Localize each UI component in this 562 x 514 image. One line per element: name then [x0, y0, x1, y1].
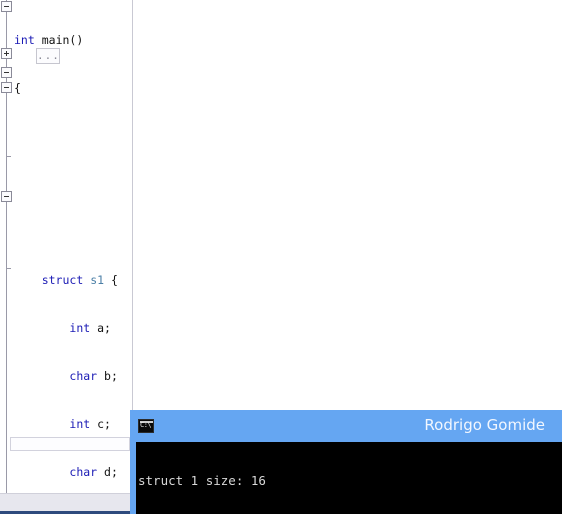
console-window-title: Rodrigo Gomide	[424, 416, 545, 434]
fold-margin[interactable]	[0, 0, 14, 493]
editor-status-bar	[0, 493, 133, 511]
fold-toggle-minus-icon[interactable]	[1, 82, 12, 93]
editor-pane[interactable]: int main() { struct s1 { int a; char b; …	[0, 0, 133, 493]
console-line: struct 1 size: 16	[138, 473, 266, 488]
fold-guide-line	[6, 12, 7, 48]
fold-toggle-minus-icon[interactable]	[1, 1, 12, 12]
fold-toggle-plus-icon[interactable]	[1, 48, 12, 59]
fold-guide-line	[6, 202, 7, 268]
code-text[interactable]: int main() { struct s1 { int a; char b; …	[14, 0, 133, 493]
code-line: char d;	[69, 465, 118, 479]
fold-guide-line	[6, 93, 7, 156]
code-line: int c;	[69, 417, 111, 431]
console-window[interactable]: C:\ Rodrigo Gomide struct 1 size: 16 str…	[130, 410, 562, 514]
code-line: int main()	[14, 33, 84, 47]
fold-guide-line	[6, 59, 7, 67]
console-output-area[interactable]: struct 1 size: 16 struct 2 size: 12 Pres…	[136, 442, 562, 514]
fold-toggle-minus-icon[interactable]	[1, 67, 12, 78]
code-line: struct s1 {	[41, 273, 118, 287]
code-line: int a;	[69, 321, 111, 335]
fold-toggle-minus-icon[interactable]	[1, 191, 12, 202]
code-surface[interactable]: int main() { struct s1 { int a; char b; …	[0, 0, 133, 493]
code-line: char b;	[69, 369, 118, 383]
fold-guide-line	[6, 157, 7, 191]
collapsed-region-ellipsis[interactable]: ...	[36, 48, 60, 64]
editor-selection-band[interactable]	[10, 437, 130, 451]
console-title-bar[interactable]: C:\ Rodrigo Gomide	[130, 410, 562, 442]
fold-guide-line	[6, 269, 7, 493]
code-line: {	[14, 81, 21, 95]
console-output-lines: struct 1 size: 16 struct 2 size: 12 Pres…	[138, 443, 485, 514]
